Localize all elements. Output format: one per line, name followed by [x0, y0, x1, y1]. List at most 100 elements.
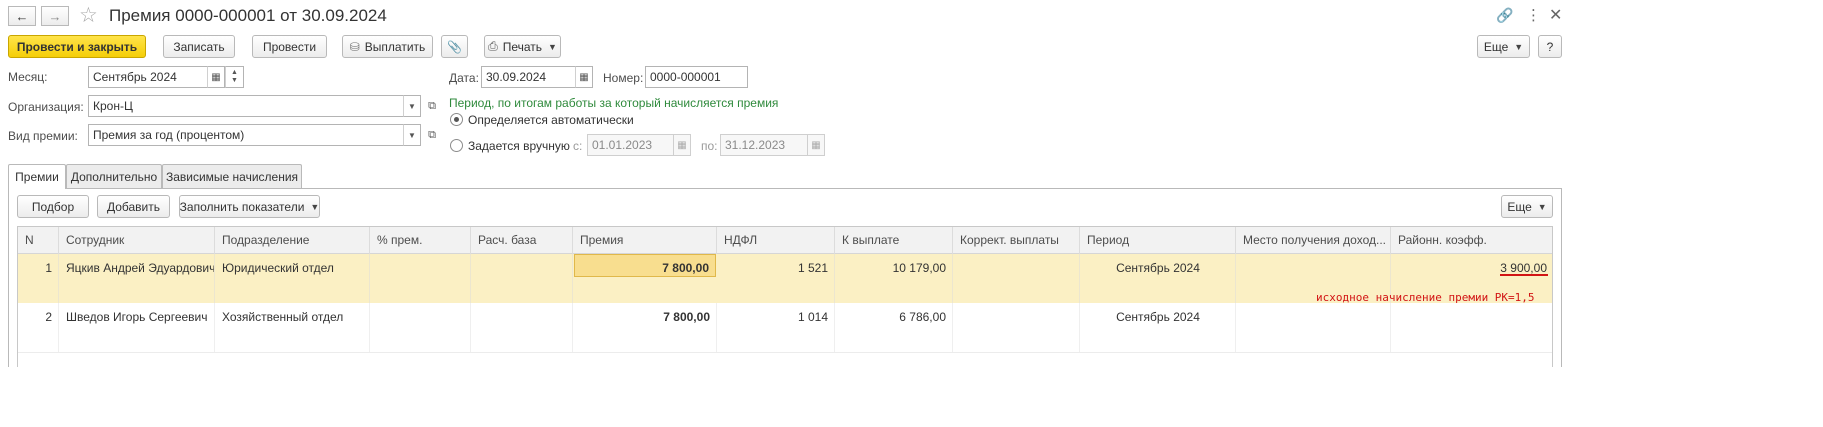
cell-period[interactable]: Сентябрь 2024: [1080, 303, 1236, 352]
table-row[interactable]: 2 Шведов Игорь Сергеевич Хозяйственный о…: [18, 303, 1552, 353]
bonus-type-field[interactable]: Премия за год (процентом): [88, 124, 404, 146]
annotation-text: исходное начисление премии РК=1,5: [1316, 291, 1535, 304]
cell-correction[interactable]: [953, 254, 1080, 303]
month-stepper[interactable]: ▲ ▼: [225, 66, 244, 88]
column-header-n[interactable]: N: [18, 227, 59, 254]
cell-employee[interactable]: Яцкив Андрей Эдуардович: [59, 254, 215, 303]
page-title: Премия 0000-000001 от 30.09.2024: [109, 6, 387, 25]
tab-dependent-accruals[interactable]: Зависимые начисления: [162, 164, 302, 188]
fill-indicators-button[interactable]: Заполнить показатели ▼: [179, 195, 320, 218]
column-header-period[interactable]: Период: [1080, 227, 1236, 254]
cell-ndfl[interactable]: 1 014: [717, 303, 835, 352]
table-more-button[interactable]: Еще ▼: [1501, 195, 1553, 218]
cell-employee[interactable]: Шведов Игорь Сергеевич: [59, 303, 215, 352]
column-header-ndfl[interactable]: НДФЛ: [717, 227, 835, 254]
period-from-label: с:: [573, 139, 583, 153]
column-header-base[interactable]: Расч. база: [471, 227, 573, 254]
pay-button[interactable]: ⛁ Выплатить: [342, 35, 433, 58]
tab-additional[interactable]: Дополнительно: [66, 164, 162, 188]
organization-open-icon[interactable]: ⧉: [424, 98, 440, 114]
cell-department[interactable]: Юридический отдел: [215, 254, 370, 303]
pay-button-label: Выплатить: [364, 39, 426, 54]
bonus-type-open-icon[interactable]: ⧉: [424, 127, 440, 143]
post-and-close-button[interactable]: Провести и закрыть: [8, 35, 146, 58]
calendar-icon: ▦: [211, 71, 221, 83]
chevron-down-icon: ▼: [548, 41, 557, 52]
bonus-type-dropdown-button[interactable]: ▼: [403, 124, 421, 146]
cell-percent[interactable]: [370, 303, 471, 352]
coins-icon: ⛁: [349, 39, 360, 54]
star-icon[interactable]: ☆: [79, 3, 98, 28]
back-arrow-icon: ←: [15, 8, 29, 24]
period-manual-radio[interactable]: [450, 139, 463, 152]
annotation-underline: [1500, 274, 1548, 276]
date-calendar-button[interactable]: ▦: [575, 66, 593, 88]
forward-arrow-icon: →: [48, 8, 62, 24]
dropdown-icon: ▼: [408, 101, 416, 111]
table-header: N Сотрудник Подразделение % прем. Расч. …: [18, 227, 1552, 254]
select-button[interactable]: Подбор: [17, 195, 89, 218]
column-header-employee[interactable]: Сотрудник: [59, 227, 215, 254]
number-field[interactable]: 0000-000001: [645, 66, 748, 88]
attach-button[interactable]: 📎: [441, 35, 468, 58]
save-button[interactable]: Записать: [163, 35, 235, 58]
more-button-label: Еще: [1483, 39, 1509, 54]
fill-indicators-label: Заполнить показатели: [179, 199, 305, 214]
back-button[interactable]: ←: [8, 6, 36, 26]
close-icon[interactable]: ✕: [1549, 5, 1562, 25]
calendar-icon: ▦: [677, 139, 687, 151]
period-from-field[interactable]: 01.01.2023: [587, 134, 674, 156]
column-header-department[interactable]: Подразделение: [215, 227, 370, 254]
cell-payout[interactable]: 6 786,00: [835, 303, 953, 352]
dropdown-icon: ▼: [408, 130, 416, 140]
period-to-label: по:: [701, 139, 718, 153]
paperclip-icon: 📎: [447, 39, 462, 54]
tab-bonuses[interactable]: Премии: [8, 164, 66, 189]
cell-base[interactable]: [471, 254, 573, 303]
month-label: Месяц:: [8, 70, 48, 84]
stepper-up-icon: ▲: [231, 69, 238, 76]
organization-dropdown-button[interactable]: ▼: [403, 95, 421, 117]
print-button[interactable]: ⎙ Печать ▼: [484, 35, 561, 58]
cell-bonus[interactable]: 7 800,00: [574, 254, 716, 277]
month-calendar-button[interactable]: ▦: [207, 66, 225, 88]
cell-base[interactable]: [471, 303, 573, 352]
cell-n: 2: [18, 303, 59, 352]
cell-department[interactable]: Хозяйственный отдел: [215, 303, 370, 352]
column-header-correction[interactable]: Коррект. выплаты: [953, 227, 1080, 254]
add-button[interactable]: Добавить: [97, 195, 170, 218]
calendar-icon: ▦: [811, 139, 821, 151]
date-field[interactable]: 30.09.2024: [481, 66, 576, 88]
month-field[interactable]: Сентябрь 2024: [88, 66, 208, 88]
column-header-bonus[interactable]: Премия: [573, 227, 717, 254]
cell-payout[interactable]: 10 179,00: [835, 254, 953, 303]
cell-ndfl[interactable]: 1 521: [717, 254, 835, 303]
cell-percent[interactable]: [370, 254, 471, 303]
chevron-down-icon: ▼: [310, 201, 320, 212]
period-auto-radio[interactable]: [450, 113, 463, 126]
column-header-regional-coef[interactable]: Районн. коэфф.: [1391, 227, 1553, 254]
cell-correction[interactable]: [953, 303, 1080, 352]
organization-field[interactable]: Крон-Ц: [88, 95, 404, 117]
chevron-down-icon: ▼: [1514, 41, 1524, 52]
period-caption: Период, по итогам работы за который начи…: [449, 96, 779, 110]
post-button[interactable]: Провести: [252, 35, 327, 58]
column-header-income-place[interactable]: Место получения доход...: [1236, 227, 1391, 254]
forward-button[interactable]: →: [41, 6, 69, 26]
help-button[interactable]: ?: [1538, 35, 1562, 58]
period-to-calendar-button[interactable]: ▦: [807, 134, 825, 156]
number-label: Номер:: [603, 71, 644, 85]
column-header-percent[interactable]: % прем.: [370, 227, 471, 254]
bonus-type-label: Вид премии:: [8, 129, 78, 143]
date-label: Дата:: [449, 71, 479, 85]
cell-regional-coef[interactable]: [1391, 303, 1553, 352]
cell-income-place[interactable]: [1236, 303, 1391, 352]
period-from-calendar-button[interactable]: ▦: [673, 134, 691, 156]
column-header-payout[interactable]: К выплате: [835, 227, 953, 254]
more-button[interactable]: Еще ▼: [1477, 35, 1530, 58]
period-to-field[interactable]: 31.12.2023: [720, 134, 808, 156]
kebab-menu-icon[interactable]: ⋮: [1526, 6, 1541, 24]
cell-period[interactable]: Сентябрь 2024: [1080, 254, 1236, 303]
link-icon[interactable]: 🔗: [1496, 7, 1513, 24]
cell-bonus[interactable]: 7 800,00: [573, 303, 717, 352]
